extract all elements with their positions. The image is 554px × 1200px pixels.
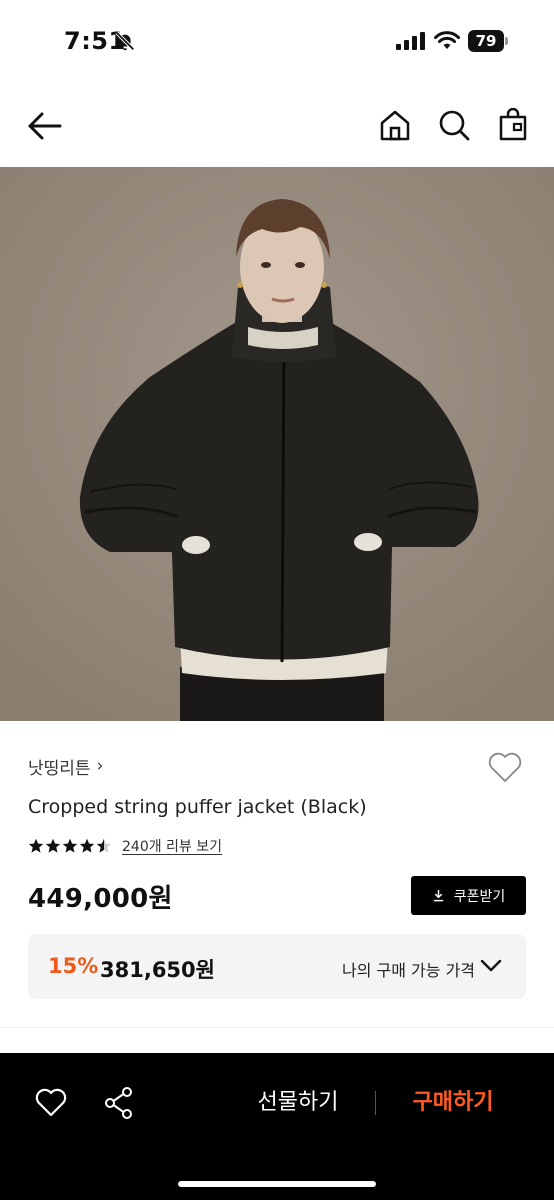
star-icon <box>96 838 112 853</box>
brand-link[interactable]: 낫띵리튼 › <box>28 752 103 780</box>
download-icon <box>433 889 443 902</box>
share-icon[interactable] <box>104 1086 134 1120</box>
star-icon <box>28 838 44 853</box>
back-arrow-icon[interactable] <box>26 110 64 142</box>
product-image[interactable] <box>0 167 554 721</box>
rating-stars <box>28 838 113 854</box>
product-detail-page: 7:51 79 낫띵리튼 › Cropped string puffer jac… <box>0 0 554 1200</box>
brand-name: 낫띵리튼 <box>28 758 91 779</box>
star-icon <box>45 838 61 853</box>
gift-button[interactable]: 선물하기 <box>240 1085 356 1121</box>
battery-indicator: 79 <box>468 30 508 52</box>
product-photo-illustration <box>0 167 554 721</box>
battery-level: 79 <box>468 30 504 52</box>
heart-icon[interactable] <box>34 1087 68 1119</box>
home-indicator[interactable] <box>178 1181 376 1187</box>
search-icon[interactable] <box>437 108 471 142</box>
wifi-icon <box>434 31 460 49</box>
discount-price-box[interactable]: 15% 381,650원 나의 구매 가능 가격 <box>28 934 526 999</box>
signal-icon <box>396 32 425 50</box>
status-bar: 7:51 79 <box>0 0 554 84</box>
brand-chevron-icon: › <box>96 756 104 776</box>
star-icon <box>79 838 95 853</box>
review-link[interactable]: 240개 리뷰 보기 <box>122 836 222 856</box>
star-icon <box>62 838 78 853</box>
bag-icon[interactable] <box>497 108 529 142</box>
discount-price: 381,650원 <box>100 958 215 982</box>
chevron-down-icon[interactable] <box>480 958 502 974</box>
rating-row: 240개 리뷰 보기 <box>28 835 222 857</box>
battery-cap <box>505 37 508 45</box>
wishlist-heart-icon[interactable] <box>486 748 524 786</box>
discount-label: 나의 구매 가능 가격 <box>342 961 476 980</box>
coupon-button-label: 쿠폰받기 <box>453 888 506 905</box>
bottom-action-bar: 선물하기 구매하기 <box>0 1053 554 1200</box>
divider <box>0 1027 554 1028</box>
product-title: Cropped string puffer jacket (Black) <box>28 796 367 818</box>
product-price: 449,000원 <box>28 884 173 914</box>
buy-button[interactable]: 구매하기 <box>396 1085 510 1121</box>
bottom-bar-separator <box>375 1091 376 1115</box>
bell-muted-icon <box>115 31 135 51</box>
top-nav <box>0 94 554 158</box>
home-icon[interactable] <box>378 108 412 142</box>
discount-rate: 15% <box>48 954 99 978</box>
coupon-button[interactable]: 쿠폰받기 <box>411 876 526 915</box>
